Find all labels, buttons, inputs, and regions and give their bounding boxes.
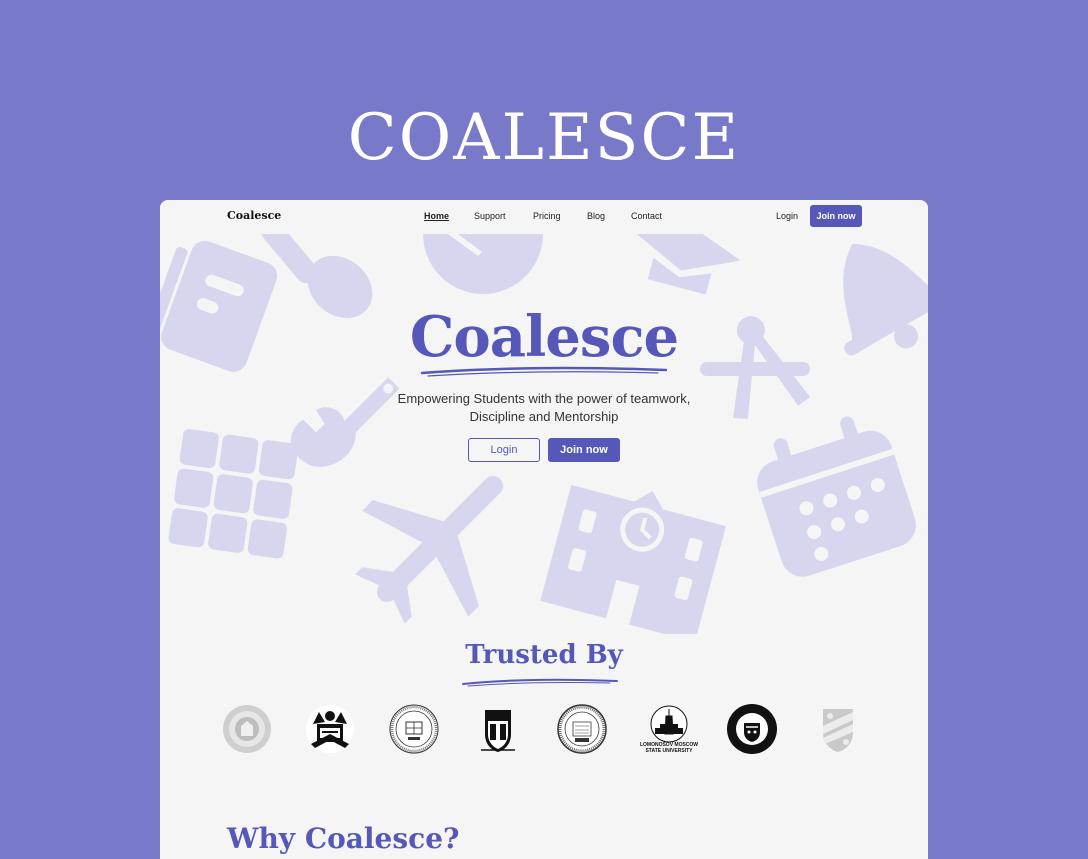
trusted-underline (462, 678, 618, 687)
why-coalesce-title: Why Coalesce? (227, 822, 460, 855)
hero-join-button[interactable]: Join now (548, 438, 620, 462)
nav-join-button[interactable]: Join now (810, 205, 862, 227)
hero-subtitle: Empowering Students with the power of te… (344, 390, 744, 426)
nav-link-blog[interactable]: Blog (587, 211, 605, 221)
lomonosov-moscow-state-university-logo: LOMONOSOV MOSCOW STATE UNIVERSITY (640, 705, 698, 754)
brand-wordmark: COALESCE (347, 101, 741, 175)
boston-college-seal (223, 705, 271, 753)
rice-university-shield (823, 709, 853, 752)
background-icons (160, 234, 928, 634)
university-of-pittsburgh-seal (727, 704, 777, 754)
navbar: Coalesce Home Support Pricing Blog Conta… (160, 200, 928, 233)
nav-login-link[interactable]: Login (776, 211, 798, 221)
trusted-logos: LOMONOSOV MOSCOW STATE UNIVERSITY (160, 700, 928, 760)
duke-university-shield (481, 710, 515, 752)
nav-link-pricing[interactable]: Pricing (533, 211, 561, 221)
school-building-icon (540, 484, 726, 634)
nav-link-contact[interactable]: Contact (631, 211, 662, 221)
nav-link-support[interactable]: Support (474, 211, 506, 221)
trusted-by-title: Trusted By (465, 640, 623, 670)
nav-logo[interactable]: Coalesce (227, 209, 281, 222)
clock-icon (423, 234, 543, 294)
hero-subtitle-line2: Discipline and Mentorship (469, 409, 619, 424)
website-preview: Coalesce Home Support Pricing Blog Conta… (160, 200, 928, 859)
lomonosov-text-line2: STATE UNIVERSITY (645, 748, 693, 754)
nav-link-home[interactable]: Home (424, 211, 449, 221)
calendar-icon (757, 416, 916, 577)
hero-title-underline (420, 366, 668, 377)
northwestern-university-seal (389, 704, 439, 754)
grid-icon (168, 429, 299, 559)
hero-title: Coalesce (409, 304, 679, 370)
hero-subtitle-line1: Empowering Students with the power of te… (397, 391, 691, 406)
northeastern-university-seal (557, 704, 607, 754)
graduation-cap-icon (634, 234, 741, 295)
hero-login-button[interactable]: Login (468, 438, 540, 462)
seoul-national-university-seal (306, 705, 354, 753)
